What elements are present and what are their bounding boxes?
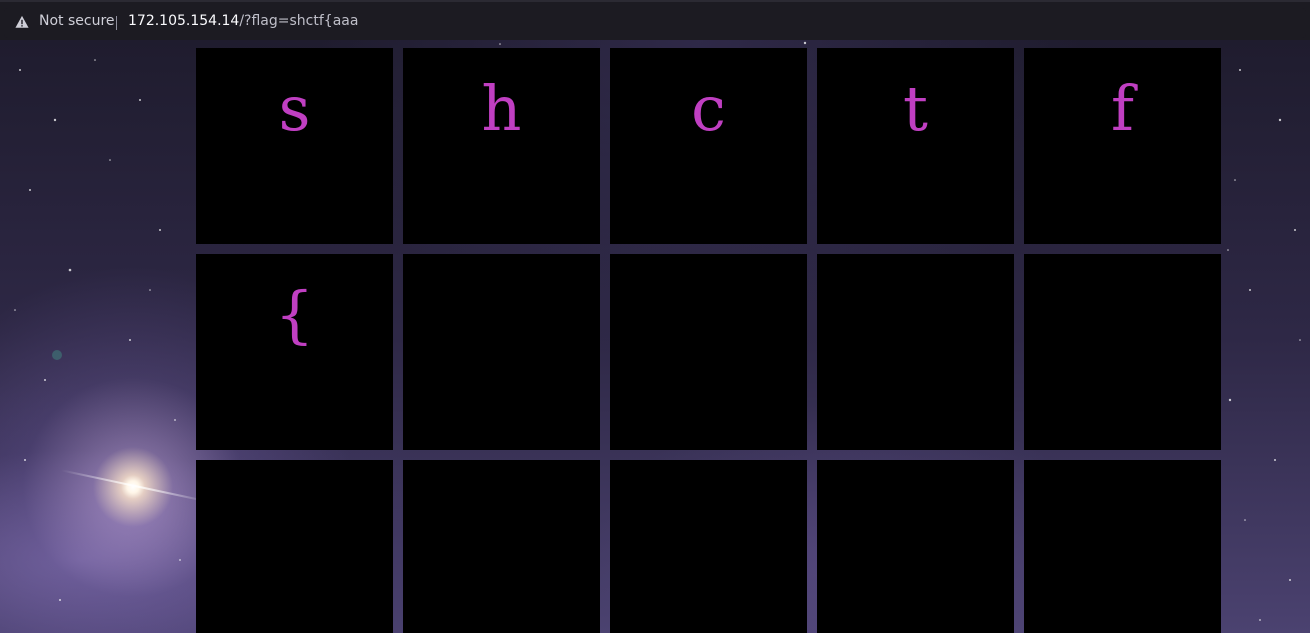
grid-cell-1[interactable]: s (196, 48, 393, 244)
grid-cell-5[interactable]: f (1024, 48, 1221, 244)
grid-cell-9[interactable] (817, 254, 1014, 450)
letter-grid: s h c t f { (196, 48, 1221, 633)
url-host: 172.105.154.14 (128, 13, 240, 29)
grid-cell-12[interactable] (403, 460, 600, 633)
url-path: /?flag=shctf{aaa (239, 13, 359, 29)
browser-toolbar: Not secure 172.105.154.14/?flag=shctf{aa… (0, 0, 1310, 40)
grid-cell-6[interactable]: { (196, 254, 393, 450)
grid-cell-2[interactable]: h (403, 48, 600, 244)
grid-cell-10[interactable] (1024, 254, 1221, 450)
url-text[interactable]: 172.105.154.14/?flag=shctf{aaa (128, 13, 358, 29)
grid-cell-7[interactable] (403, 254, 600, 450)
warning-triangle-icon[interactable] (15, 15, 29, 29)
address-bar[interactable]: Not secure 172.105.154.14/?flag=shctf{aa… (4, 8, 1306, 38)
grid-cell-3[interactable]: c (610, 48, 807, 244)
grid-cell-4[interactable]: t (817, 48, 1014, 244)
grid-cell-15[interactable] (1024, 460, 1221, 633)
grid-cell-13[interactable] (610, 460, 807, 633)
grid-cell-11[interactable] (196, 460, 393, 633)
address-divider (116, 16, 117, 30)
security-status-label[interactable]: Not secure (39, 13, 115, 29)
page-background: s h c t f { (0, 40, 1310, 633)
grid-cell-8[interactable] (610, 254, 807, 450)
grid-cell-14[interactable] (817, 460, 1014, 633)
